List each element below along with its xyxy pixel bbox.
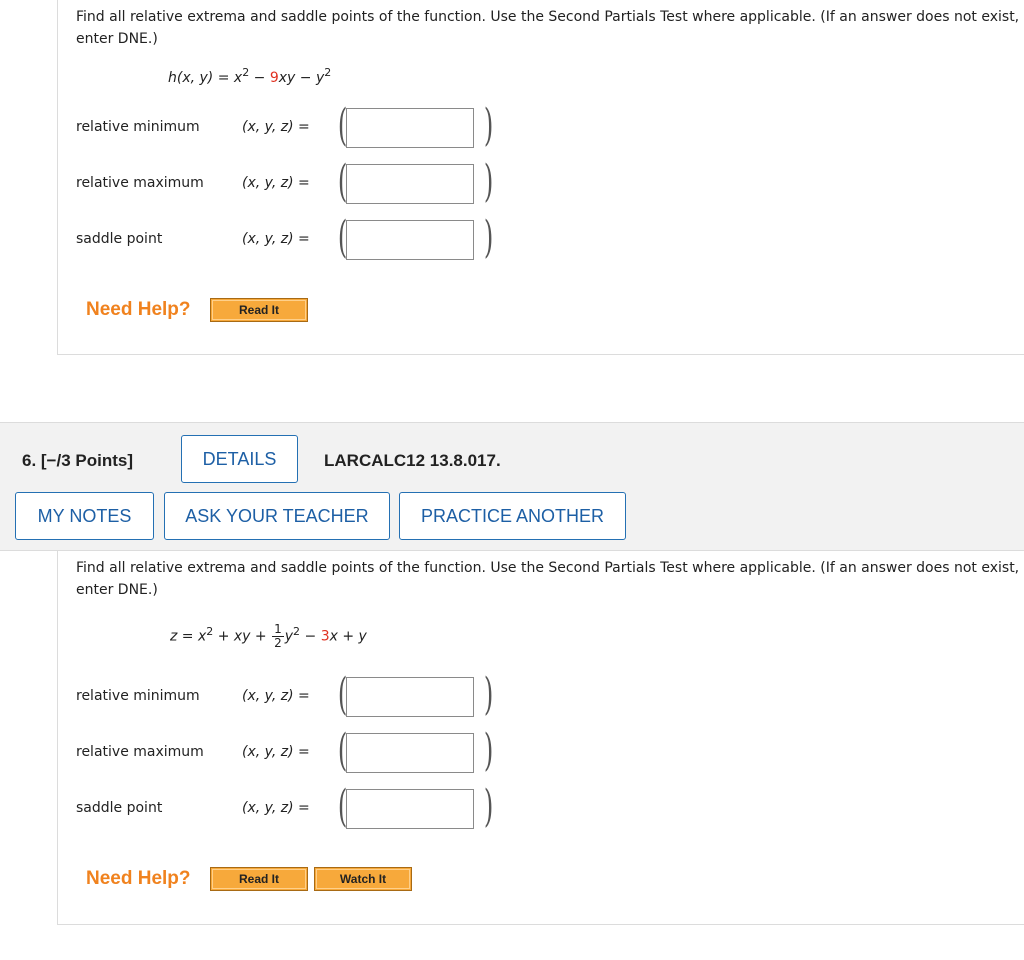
problem-prompt: Find all relative extrema and saddle poi… bbox=[76, 560, 1020, 598]
function-formula: z = x2 + xy + 1 2 y2 − 3x + y bbox=[170, 622, 367, 650]
answer-row-relative-maximum: relative maximum (x, y, z) = ( ) bbox=[76, 725, 536, 776]
answer-input[interactable] bbox=[346, 677, 474, 717]
row-label: saddle point bbox=[76, 231, 163, 247]
coord-label: (x, y, z) = bbox=[242, 175, 310, 191]
fraction: 12 bbox=[272, 622, 284, 650]
answer-row-relative-minimum: relative minimum (x, y, z) = ( ) bbox=[76, 100, 536, 151]
question-header: 6. [−/3 Points] DETAILS LARCALC12 13.8.0… bbox=[0, 422, 1024, 551]
answer-input[interactable] bbox=[346, 789, 474, 829]
problem-prompt: Find all relative extrema and saddle poi… bbox=[76, 9, 1020, 47]
row-label: relative minimum bbox=[76, 119, 200, 135]
question-code: LARCALC12 13.8.017. bbox=[324, 451, 501, 470]
practice-another-button[interactable]: PRACTICE ANOTHER bbox=[399, 492, 626, 540]
right-paren: ) bbox=[483, 212, 494, 263]
function-formula: h(x, y) = x2 − 9xy − y2 bbox=[168, 66, 332, 86]
row-label: relative maximum bbox=[76, 175, 204, 191]
answer-row-relative-maximum: relative maximum (x, y, z) = ( ) bbox=[76, 156, 536, 207]
answer-row-relative-minimum: relative minimum (x, y, z) = ( ) bbox=[76, 669, 536, 720]
coord-label: (x, y, z) = bbox=[242, 688, 310, 704]
problem-6-card: Find all relative extrema and saddle poi… bbox=[57, 551, 1024, 925]
problem-5-card: Find all relative extrema and saddle poi… bbox=[57, 0, 1024, 355]
question-number: 6. [−/3 Points] bbox=[22, 451, 133, 470]
coord-label: (x, y, z) = bbox=[242, 119, 310, 135]
right-paren: ) bbox=[483, 725, 494, 776]
coord-label: (x, y, z) = bbox=[242, 744, 310, 760]
row-label: relative maximum bbox=[76, 744, 204, 760]
watch-it-button[interactable]: Watch It bbox=[314, 867, 412, 891]
answer-row-saddle-point: saddle point (x, y, z) = ( ) bbox=[76, 212, 536, 263]
right-paren: ) bbox=[483, 669, 494, 720]
row-label: saddle point bbox=[76, 800, 163, 816]
right-paren: ) bbox=[483, 781, 494, 832]
answer-input[interactable] bbox=[346, 733, 474, 773]
details-button[interactable]: DETAILS bbox=[181, 435, 298, 483]
ask-your-teacher-button[interactable]: ASK YOUR TEACHER bbox=[164, 492, 390, 540]
read-it-button[interactable]: Read It bbox=[210, 867, 308, 891]
answer-input[interactable] bbox=[346, 164, 474, 204]
answer-input[interactable] bbox=[346, 108, 474, 148]
right-paren: ) bbox=[483, 100, 494, 151]
my-notes-button[interactable]: MY NOTES bbox=[15, 492, 154, 540]
coord-label: (x, y, z) = bbox=[242, 231, 310, 247]
right-paren: ) bbox=[483, 156, 494, 207]
answer-row-saddle-point: saddle point (x, y, z) = ( ) bbox=[76, 781, 536, 832]
need-help-label: Need Help? bbox=[86, 299, 191, 320]
answer-input[interactable] bbox=[346, 220, 474, 260]
coord-label: (x, y, z) = bbox=[242, 800, 310, 816]
read-it-button[interactable]: Read It bbox=[210, 298, 308, 322]
row-label: relative minimum bbox=[76, 688, 200, 704]
need-help-label: Need Help? bbox=[86, 868, 191, 889]
